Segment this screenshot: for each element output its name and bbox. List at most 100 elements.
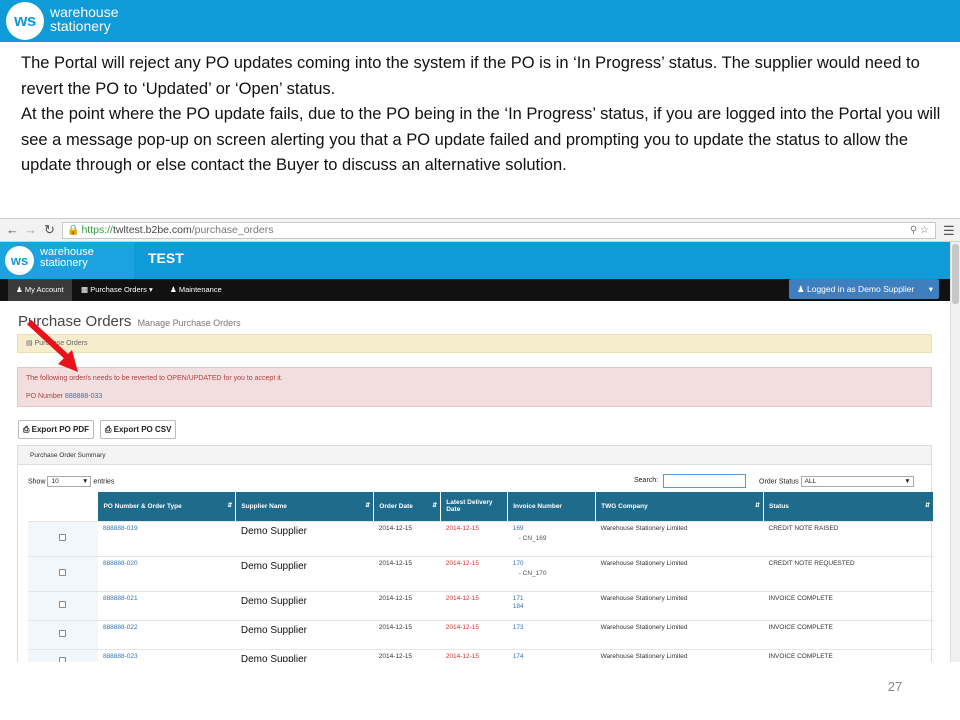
invoice-link[interactable]: 171 <box>513 595 591 602</box>
search-input[interactable] <box>663 474 746 488</box>
nav-maintenance[interactable]: ♟ Maintenance <box>162 279 230 301</box>
address-bar[interactable]: 🔒 https://twltest.b2be.com/purchase_order… <box>62 222 936 239</box>
alert-po-label: PO Number <box>26 393 63 400</box>
invoice-cell: 169 - CN_169 <box>507 520 596 556</box>
invoice-secondary[interactable]: - CN_169 <box>513 535 591 542</box>
scrollbar-thumb[interactable] <box>952 244 959 304</box>
breadcrumb-label[interactable]: Purchase Orders <box>35 340 88 347</box>
brand-logo: ws <box>6 2 44 40</box>
row-select-cell <box>28 648 98 662</box>
nav-my-account[interactable]: ♟ My Account <box>8 279 72 301</box>
zoom-icon[interactable]: ⚲ ☆ <box>910 223 929 238</box>
arrow-left-icon[interactable]: ← <box>6 222 19 238</box>
caret-down-icon: ▾ <box>928 284 933 294</box>
document-icon: ▩ <box>81 285 89 294</box>
table-row[interactable]: 888888-023 Demo Supplier 2014-12-15 2014-12… <box>28 648 934 662</box>
row-checkbox[interactable] <box>59 569 67 576</box>
page-scrollbar[interactable] <box>950 242 960 662</box>
status-cell: CREDIT NOTE REQUESTED <box>763 555 934 591</box>
invoice-secondary[interactable]: 184 <box>513 603 591 610</box>
order-date-cell: 2014-12-15 <box>373 648 441 662</box>
column-header[interactable]: TWG Company ⇵ <box>595 492 765 521</box>
order-date-cell: 2014-12-15 <box>373 555 441 591</box>
logged-in-label: Logged in as Demo Supplier <box>807 284 915 294</box>
brand-logo-abbrev: ws <box>14 11 36 30</box>
invoice-link[interactable]: 170 <box>513 560 591 567</box>
alert-message: The following order/s needs to be revert… <box>26 375 283 382</box>
page-size-select[interactable]: 10 ▼ <box>47 476 92 487</box>
export-csv-button[interactable]: ⎙ Export PO CSV <box>100 420 177 439</box>
column-header[interactable]: Order Date ⇵ <box>373 492 442 521</box>
row-checkbox[interactable] <box>59 601 67 608</box>
company-cell: Warehouse Stationery Limited <box>595 648 764 662</box>
summary-title: Purchase Order Summary <box>18 446 931 465</box>
breadcrumb: ▤ Purchase Orders <box>17 334 932 353</box>
po-number-cell[interactable]: 888888-020 <box>97 555 236 591</box>
alert-po-link[interactable]: 888888-033 <box>65 393 102 400</box>
embedded-screenshot: ← → ↻ 🔒 https://twltest.b2be.com/purchase… <box>0 218 960 662</box>
table-row[interactable]: 888888-020 Demo Supplier 2014-12-15 2014-12… <box>28 555 934 591</box>
sort-icon: ⇵ <box>365 503 371 509</box>
row-select-cell <box>28 520 98 556</box>
status-cell: CREDIT NOTE RAISED <box>763 520 934 556</box>
alert-po-line: PO Number 888888-033 <box>26 393 102 400</box>
app-header: ws warehouse stationery TEST <box>0 242 950 279</box>
caret-down-icon: ▼ <box>904 478 911 485</box>
delivery-date-cell: 2014-12-15 <box>440 619 508 649</box>
app-logo-line2: stationery <box>40 257 88 269</box>
row-checkbox[interactable] <box>59 656 67 662</box>
status-cell: INVOICE COMPLETE <box>763 590 934 620</box>
invoice-secondary[interactable]: - CN_170 <box>513 570 591 577</box>
table-row[interactable]: 888888-019 Demo Supplier 2014-12-15 2014-12… <box>28 520 934 556</box>
app-logo[interactable]: ws warehouse stationery <box>0 242 134 279</box>
browser-toolbar: ← → ↻ 🔒 https://twltest.b2be.com/purchase… <box>0 219 960 242</box>
table-row[interactable]: 888888-021 Demo Supplier 2014-12-15 2014-12… <box>28 590 934 620</box>
printer-icon: ⎙ <box>23 425 30 434</box>
slide-paragraph-1: The Portal will reject any PO updates co… <box>21 54 920 98</box>
url-path: /purchase_orders <box>191 224 274 236</box>
column-header-label: Invoice Number <box>513 502 562 510</box>
column-header[interactable]: Latest Delivery Date <box>440 492 509 521</box>
row-checkbox[interactable] <box>59 534 67 541</box>
export-csv-label: Export PO CSV <box>113 425 172 434</box>
invoice-link[interactable]: 169 <box>513 525 591 532</box>
delivery-date-cell: 2014-12-15 <box>440 555 508 591</box>
page-title-text: Purchase Orders <box>18 313 132 330</box>
sort-icon: ⇵ <box>227 503 233 509</box>
arrow-right-icon[interactable]: → <box>24 222 37 238</box>
logged-in-button[interactable]: ♟ Logged in as Demo Supplier ▾ <box>789 279 939 299</box>
column-header[interactable]: Status ⇵ <box>763 492 934 521</box>
column-header-label: TWG Company <box>601 502 648 510</box>
nav-my-account-label: My Account <box>24 285 64 294</box>
po-number-cell[interactable]: 888888-022 <box>97 619 236 649</box>
company-cell: Warehouse Stationery Limited <box>595 619 764 649</box>
column-header[interactable]: Supplier Name ⇵ <box>235 492 375 521</box>
url-host: twltest.b2be.com <box>112 224 192 236</box>
delivery-date-cell: 2014-12-15 <box>440 648 508 662</box>
po-number-cell[interactable]: 888888-019 <box>97 520 236 556</box>
printer-icon: ⎙ <box>105 425 112 434</box>
select-column-header <box>28 492 99 521</box>
export-pdf-button[interactable]: ⎙ Export PO PDF <box>18 420 94 439</box>
search-label: Search: <box>634 477 659 484</box>
column-header[interactable]: Invoice Number <box>507 492 597 521</box>
sort-icon: ⇵ <box>432 503 438 509</box>
po-number-cell[interactable]: 888888-023 <box>97 648 236 662</box>
invoice-cell: 174 <box>507 648 596 662</box>
order-date-cell: 2014-12-15 <box>373 619 441 649</box>
order-status-select[interactable]: ALL ▼ <box>800 476 914 487</box>
invoice-link[interactable]: 174 <box>513 653 591 660</box>
column-header[interactable]: PO Number & Order Type ⇵ <box>97 492 237 521</box>
caret-down-icon: ▼ <box>82 478 89 485</box>
nav-purchase-orders[interactable]: ▩ Purchase Orders ▾ <box>73 279 161 301</box>
invoice-link[interactable]: 173 <box>513 624 591 631</box>
table-header-row: PO Number & Order Type ⇵ Supplier Name ⇵ O… <box>28 492 934 521</box>
po-number-cell[interactable]: 888888-021 <box>97 590 236 620</box>
company-cell: Warehouse Stationery Limited <box>595 590 764 620</box>
table-row[interactable]: 888888-022 Demo Supplier 2014-12-15 2014-12… <box>28 619 934 649</box>
row-checkbox[interactable] <box>59 630 67 637</box>
invoice-cell: 171 184 <box>507 590 596 620</box>
hamburger-icon[interactable]: ☰ <box>943 223 955 239</box>
reload-icon[interactable]: ↻ <box>44 222 55 238</box>
column-header-label: Supplier Name <box>241 502 287 510</box>
